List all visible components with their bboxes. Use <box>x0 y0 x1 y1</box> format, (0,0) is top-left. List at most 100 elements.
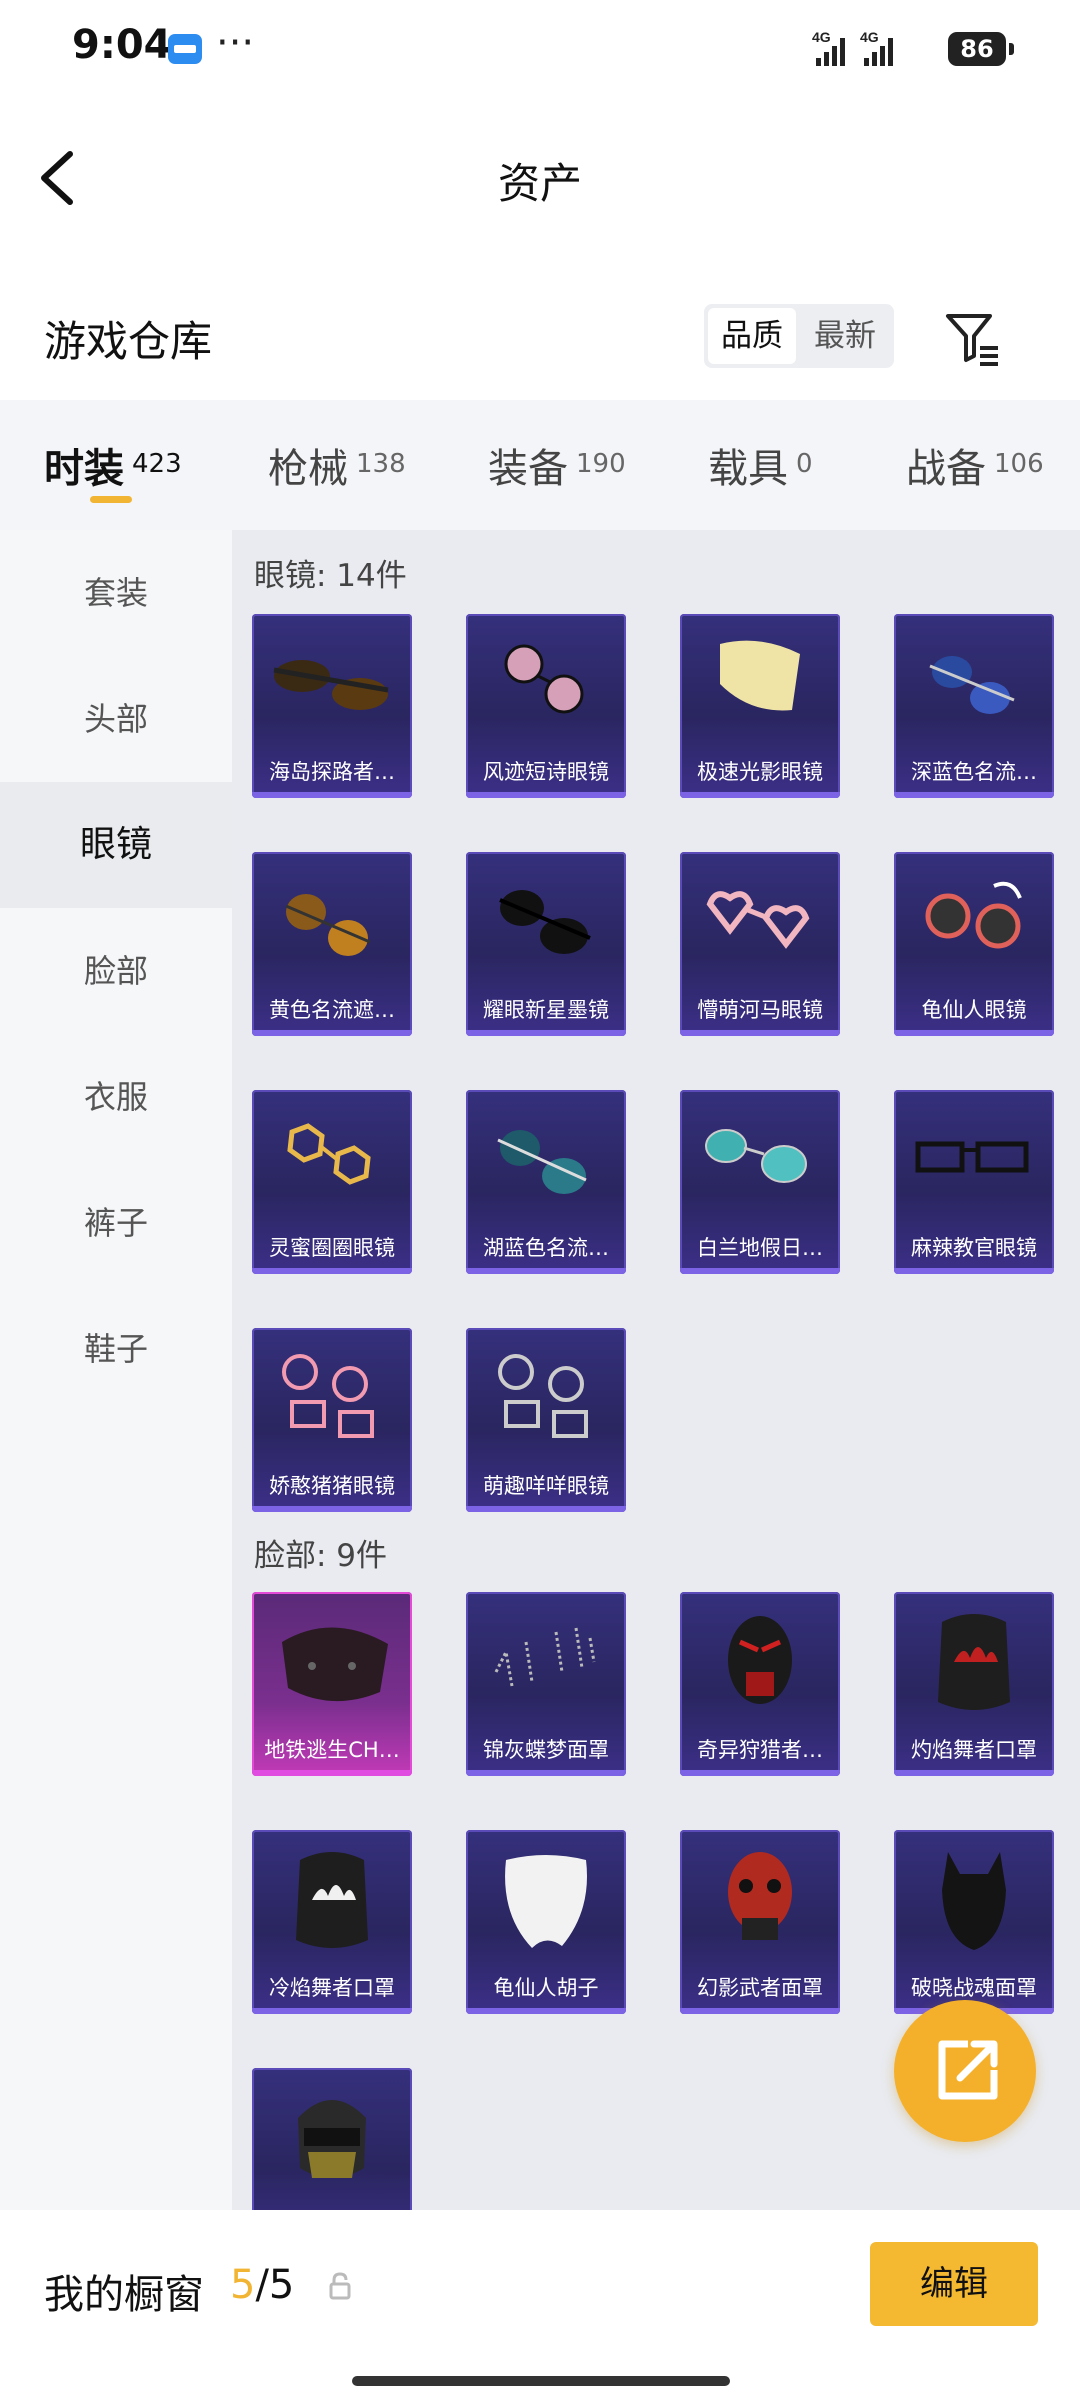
item-card[interactable]: 麻辣教官眼镜 <box>894 1090 1054 1274</box>
more-notifications-icon: ··· <box>216 20 255 66</box>
tab-count: 138 <box>356 449 406 479</box>
filter-icon[interactable] <box>944 310 1000 366</box>
item-card[interactable]: 风迹短诗眼镜 <box>466 614 626 798</box>
novelty-glasses-icon <box>282 1354 374 1438</box>
item-label: 幻影武者面罩 <box>697 1976 823 2000</box>
rarity-bar <box>894 1030 1054 1036</box>
network-type-label-2: 4G <box>860 29 879 45</box>
item-label: 麻辣教官眼镜 <box>911 1236 1037 1260</box>
item-card[interactable]: 龟仙人眼镜 <box>894 852 1054 1036</box>
item-label: 懵萌河马眼镜 <box>697 998 823 1022</box>
showcase-current: 5 <box>230 2262 256 2308</box>
tab-label: 装备 <box>488 446 568 492</box>
status-bar: 9:04 ··· 4G 4G 86 <box>0 0 1080 96</box>
showcase-label: 我的橱窗 <box>44 2272 204 2318</box>
item-card[interactable]: 湖蓝色名流… <box>466 1090 626 1274</box>
tab-label: 战备 <box>906 446 986 492</box>
home-indicator[interactable] <box>352 2376 730 2386</box>
item-card[interactable]: 萌趣咩咩眼镜 <box>466 1328 626 1512</box>
item-card[interactable] <box>252 2068 412 2210</box>
item-card[interactable]: 深蓝色名流… <box>894 614 1054 798</box>
item-card[interactable]: 灼焰舞者口罩 <box>894 1592 1054 1776</box>
flame-mask-icon <box>296 1852 368 1948</box>
rarity-bar <box>252 792 412 798</box>
sidebar-item-suits[interactable]: 套装 <box>0 530 232 656</box>
tab-weapons[interactable]: 枪械 138 <box>268 436 406 494</box>
sort-quality-button[interactable]: 品质 <box>708 308 796 364</box>
tab-count: 423 <box>132 449 182 479</box>
warehouse-title: 游戏仓库 <box>44 317 213 366</box>
heart-glasses-icon <box>706 891 810 949</box>
item-card[interactable]: 极速光影眼镜 <box>680 614 840 798</box>
share-button[interactable] <box>894 2000 1036 2142</box>
item-card[interactable]: 冷焰舞者口罩 <box>252 1830 412 2014</box>
item-card[interactable]: 娇憨猪猪眼镜 <box>252 1328 412 1512</box>
item-card[interactable]: 破晓战魂面罩 <box>894 1830 1054 2014</box>
tab-fashion[interactable]: 时装 423 <box>44 436 182 494</box>
item-card[interactable]: 懵萌河马眼镜 <box>680 852 840 1036</box>
active-tab-indicator <box>90 496 132 503</box>
rarity-bar <box>680 1770 840 1776</box>
rarity-bar <box>680 2008 840 2014</box>
helmet-mask-icon <box>298 2100 366 2178</box>
octagon-glasses-icon <box>287 1123 371 1185</box>
showcase-count: 5/5 <box>230 2262 294 2308</box>
notification-icon <box>168 34 202 64</box>
tab-label: 时装 <box>44 446 124 492</box>
flame-mask-icon <box>938 1614 1010 1710</box>
edit-button[interactable]: 编辑 <box>870 2242 1038 2326</box>
item-label: 耀眼新星墨镜 <box>483 998 609 1022</box>
item-label: 湖蓝色名流… <box>483 1236 609 1260</box>
item-label: 极速光影眼镜 <box>697 760 823 784</box>
network-type-label: 4G <box>812 29 831 45</box>
page-title: 资产 <box>497 159 582 208</box>
tab-vehicles[interactable]: 载具 0 <box>708 436 813 494</box>
sidebar-item-pants[interactable]: 裤子 <box>0 1160 232 1286</box>
sidebar-item-face[interactable]: 脸部 <box>0 908 232 1034</box>
item-card[interactable]: 幻影武者面罩 <box>680 1830 840 2014</box>
item-card[interactable]: 黄色名流遮… <box>252 852 412 1036</box>
item-label: 灼焰舞者口罩 <box>911 1738 1037 1762</box>
item-label: 深蓝色名流… <box>911 760 1037 784</box>
sunglasses-icon <box>929 656 1015 714</box>
battery-indicator: 86 <box>948 32 1014 66</box>
tab-equipment[interactable]: 装备 190 <box>488 436 626 494</box>
item-card[interactable]: 奇异狩猎者… <box>680 1592 840 1776</box>
item-card[interactable]: 白兰地假日… <box>680 1090 840 1274</box>
item-label: 娇憨猪猪眼镜 <box>269 1474 395 1498</box>
external-link-icon <box>938 2040 998 2100</box>
item-grid: 眼镜: 14件 海岛探路者… 风迹短诗眼镜 极速光影眼镜 深蓝色名流… 黄色名流… <box>232 530 1080 2210</box>
rarity-bar <box>252 1030 412 1036</box>
item-card[interactable]: 龟仙人胡子 <box>466 1830 626 2014</box>
item-card[interactable]: 地铁逃生CH… <box>252 1592 412 1776</box>
sidebar-item-clothes[interactable]: 衣服 <box>0 1034 232 1160</box>
wolf-mask-icon <box>942 1852 1006 1950</box>
item-card[interactable]: 耀眼新星墨镜 <box>466 852 626 1036</box>
item-label: 海岛探路者… <box>269 760 395 784</box>
sunglasses-icon <box>497 1130 587 1194</box>
tab-label: 枪械 <box>268 446 348 492</box>
rarity-bar <box>252 2008 412 2014</box>
rarity-bar <box>466 792 626 798</box>
section-title-glasses: 眼镜: 14件 <box>254 558 407 594</box>
item-label: 风迹短诗眼镜 <box>483 760 609 784</box>
sunglasses-icon <box>273 660 389 710</box>
item-label: 黄色名流遮… <box>269 998 395 1022</box>
item-card[interactable]: 灵蜜圈圈眼镜 <box>252 1090 412 1274</box>
tab-supplies[interactable]: 战备 106 <box>906 436 1044 494</box>
rectangular-glasses-icon <box>915 1141 1029 1173</box>
sort-newest-button[interactable]: 最新 <box>800 308 890 364</box>
rarity-bar <box>252 1770 412 1776</box>
item-label: 锦灰蝶梦面罩 <box>483 1738 609 1762</box>
rarity-bar <box>466 2008 626 2014</box>
round-glasses-icon <box>504 644 584 714</box>
rarity-bar <box>466 1506 626 1512</box>
item-card[interactable]: 海岛探路者… <box>252 614 412 798</box>
sidebar-item-shoes[interactable]: 鞋子 <box>0 1286 232 1412</box>
item-label: 灵蜜圈圈眼镜 <box>269 1236 395 1260</box>
sidebar-item-glasses[interactable]: 眼镜 <box>0 782 232 908</box>
item-card[interactable]: 锦灰蝶梦面罩 <box>466 1592 626 1776</box>
rarity-bar <box>894 792 1054 798</box>
sidebar-item-head[interactable]: 头部 <box>0 656 232 782</box>
rarity-bar <box>252 1506 412 1512</box>
